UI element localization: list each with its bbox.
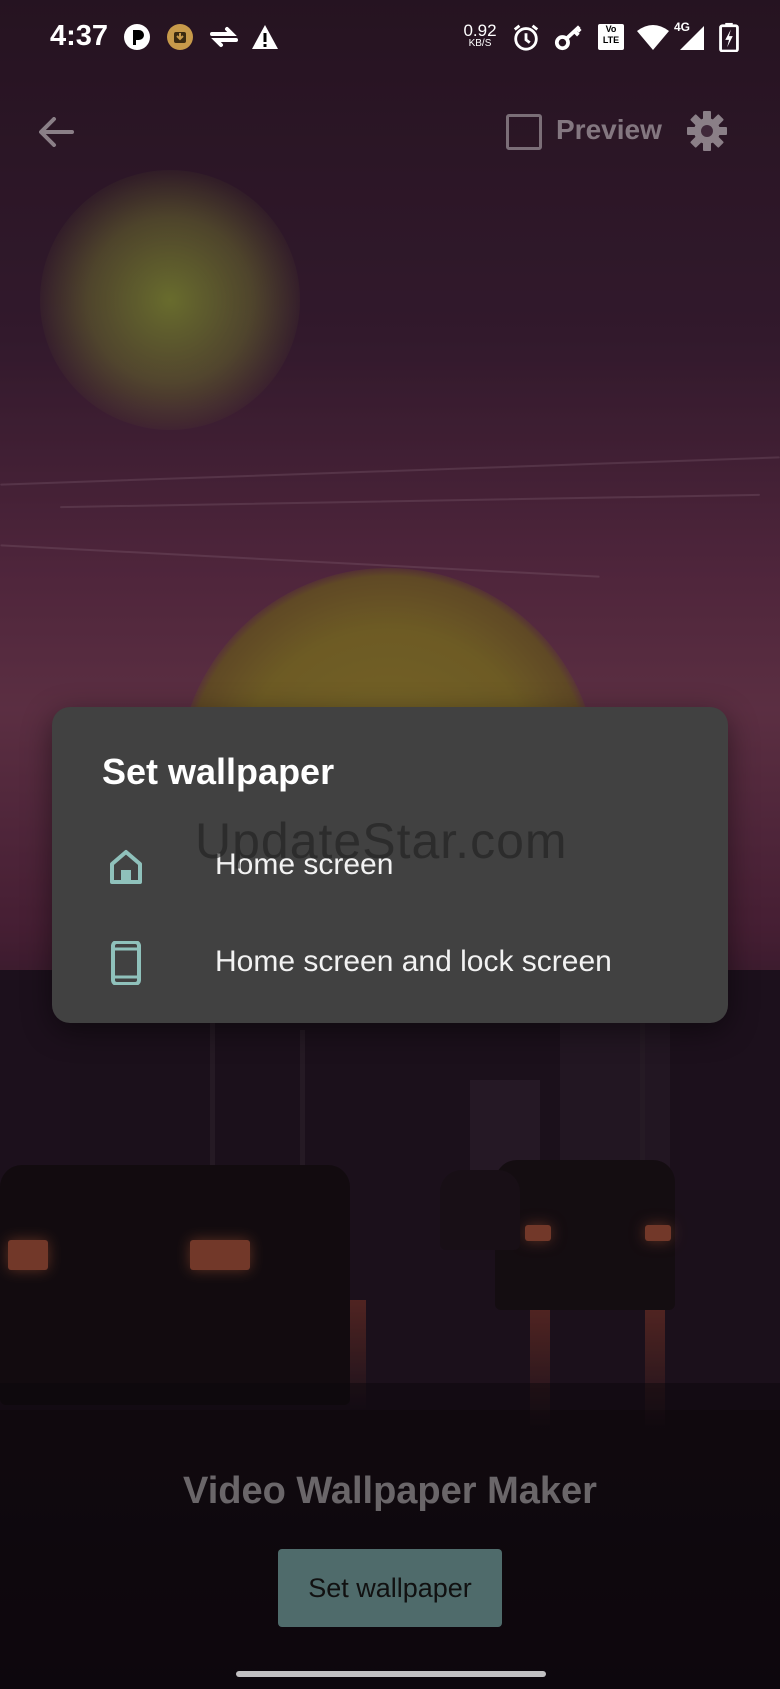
top-bar: Preview	[0, 100, 780, 164]
option-home-and-lock-screen-label: Home screen and lock screen	[215, 945, 612, 978]
battery-charging-icon	[719, 22, 739, 52]
app-title: Video Wallpaper Maker	[183, 1470, 597, 1512]
wifi-icon	[637, 25, 669, 50]
signal-icon	[680, 26, 704, 50]
sync-icon	[210, 27, 238, 47]
back-arrow-icon[interactable]	[36, 114, 76, 150]
net-speed: 0.92 KB/S	[460, 22, 500, 49]
dialog-title: Set wallpaper	[102, 751, 335, 792]
download-icon	[167, 24, 193, 50]
net-speed-unit: KB/S	[468, 38, 492, 49]
net-speed-value: 0.92	[463, 21, 497, 40]
status-time: 4:37	[50, 20, 109, 52]
warning-icon	[252, 25, 278, 49]
preview-checkbox[interactable]	[506, 114, 542, 150]
bottom-panel	[0, 1383, 780, 1689]
key-icon	[554, 25, 582, 51]
alarm-icon	[513, 24, 539, 51]
gear-icon[interactable]	[686, 110, 728, 152]
phone-icon	[111, 941, 141, 985]
volte-icon: Vo LTE	[598, 24, 624, 50]
option-home-and-lock-screen[interactable]: Home screen and lock screen	[52, 917, 728, 1009]
volte-label: Vo LTE	[602, 24, 620, 45]
set-wallpaper-button[interactable]: Set wallpaper	[278, 1549, 502, 1627]
status-bar: 4:37 0.92 KB/S Vo LTE 4G	[0, 0, 780, 76]
watermark: UpdateStar.com	[195, 813, 568, 869]
gesture-nav-bar[interactable]	[236, 1671, 546, 1677]
p-app-icon	[124, 24, 150, 50]
preview-label[interactable]: Preview	[556, 114, 662, 146]
home-icon	[110, 850, 142, 884]
